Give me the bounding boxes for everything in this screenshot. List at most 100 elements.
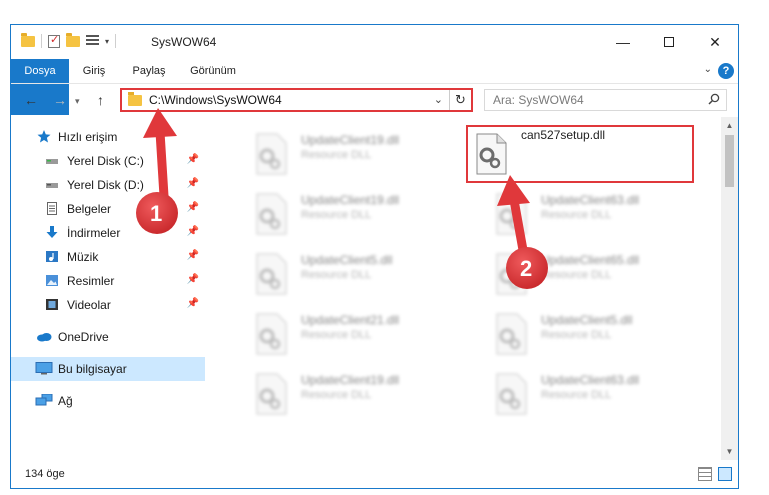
file-item[interactable]: UpdateClient5.dll Resource DLL [227, 245, 457, 301]
file-type: Resource DLL [541, 269, 612, 281]
dll-file-icon [496, 313, 527, 355]
pin-icon[interactable]: 📌 [187, 274, 199, 285]
back-arrow-icon[interactable]: ← [24, 92, 38, 108]
scroll-thumb[interactable] [725, 135, 734, 187]
nav-item-music[interactable]: Müzik 📌 [11, 245, 205, 269]
recent-locations-chevron-icon[interactable]: ▾ [75, 96, 80, 107]
file-type: Resource DLL [301, 209, 372, 221]
nav-item-label: Yerel Disk (D:) [67, 178, 144, 192]
file-item[interactable]: UpdateClient21.dll Resource DLL [227, 305, 457, 361]
file-explorer-window: ▾ SysWOW64 — ✕ Dosya Giriş Paylaş Görünü… [10, 24, 739, 489]
file-type: Resource DLL [301, 329, 372, 341]
search-box[interactable] [484, 89, 727, 111]
file-item[interactable]: UpdateClient63.dll Resource DLL [467, 185, 697, 241]
dll-file-icon [256, 193, 287, 235]
pin-icon[interactable]: 📌 [187, 202, 199, 213]
maximize-button[interactable] [646, 25, 692, 59]
nav-item-local-disk-c[interactable]: Yerel Disk (C:) 📌 [11, 149, 205, 173]
vertical-scrollbar[interactable]: ▲ ▼ [721, 117, 738, 460]
file-type: Resource DLL [301, 269, 372, 281]
document-icon [47, 202, 57, 215]
dll-file-icon [496, 193, 527, 235]
highlight-box [466, 125, 694, 183]
cloud-icon [37, 333, 52, 342]
tab-share[interactable]: Paylaş [129, 59, 169, 83]
file-view: UpdateClient19.dll Resource DLL can527se… [207, 117, 723, 460]
pin-icon[interactable]: 📌 [187, 154, 199, 165]
nav-item-onedrive[interactable]: OneDrive [11, 325, 205, 349]
dll-file-icon [256, 253, 287, 295]
file-type: Resource DLL [541, 329, 612, 341]
quick-access-toolbar: ▾ [21, 32, 117, 48]
status-bar: 134 öge [11, 460, 738, 488]
nav-item-label: Bu bilgisayar [58, 362, 127, 376]
file-name: UpdateClient5.dll [301, 253, 393, 267]
file-item[interactable]: UpdateClient19.dll Resource DLL [227, 185, 457, 241]
nav-item-label: Belgeler [67, 202, 112, 216]
file-item[interactable]: UpdateClient19.dll Resource DLL [227, 125, 457, 181]
computer-icon [35, 362, 53, 375]
pin-icon[interactable]: 📌 [187, 250, 199, 261]
nav-item-label: Yerel Disk (C:) [67, 154, 144, 168]
file-name: UpdateClient63.dll [541, 193, 640, 207]
new-folder-icon[interactable] [66, 32, 80, 47]
nav-item-label: İndirmeler [67, 226, 121, 240]
dll-file-icon [256, 313, 287, 355]
nav-item-label: Resimler [67, 274, 115, 288]
pin-icon[interactable]: 📌 [187, 178, 199, 189]
file-type: Resource DLL [301, 149, 372, 161]
file-name: UpdateClient63.dll [541, 373, 640, 387]
dll-file-icon [496, 253, 527, 295]
tab-home[interactable]: Giriş [79, 59, 109, 83]
search-icon[interactable] [708, 93, 720, 105]
tab-view[interactable]: Görünüm [187, 59, 239, 83]
file-item[interactable]: UpdateClient5.dll Resource DLL [467, 305, 697, 361]
pin-icon[interactable]: 📌 [187, 298, 199, 309]
properties-check-icon[interactable] [48, 33, 60, 48]
chevron-down-icon[interactable]: ▾ [105, 37, 109, 46]
nav-item-pictures[interactable]: Resimler 📌 [11, 269, 205, 293]
file-type: Resource DLL [541, 209, 612, 221]
drive-icon [46, 183, 58, 188]
details-view-icon[interactable] [698, 467, 712, 481]
up-arrow-icon[interactable]: ↑ [97, 92, 104, 108]
file-type: Resource DLL [301, 389, 372, 401]
music-icon [46, 251, 58, 262]
nav-item-label: Videolar [67, 298, 111, 312]
minimize-button[interactable]: — [600, 25, 646, 59]
expand-ribbon-chevron-icon[interactable]: ⌄ [704, 64, 712, 75]
nav-item-videos[interactable]: Videolar 📌 [11, 293, 205, 317]
scroll-down-arrow-icon[interactable]: ▼ [721, 443, 738, 460]
nav-item-network[interactable]: Ağ [11, 389, 205, 413]
address-bar[interactable]: C:\Windows\SysWOW64 ⌄ ↻ [120, 88, 473, 112]
file-type: Resource DLL [541, 389, 612, 401]
file-name: UpdateClient21.dll [301, 313, 400, 327]
toolbar-divider [41, 34, 42, 48]
address-history-chevron-icon[interactable]: ⌄ [434, 93, 443, 106]
help-icon[interactable]: ? [718, 63, 734, 79]
file-name: UpdateClient5.dll [541, 313, 633, 327]
scroll-up-arrow-icon[interactable]: ▲ [721, 117, 738, 134]
search-input[interactable] [493, 92, 693, 108]
ribbon-tabs: Dosya Giriş Paylaş Görünüm ⌄ ? [11, 59, 738, 115]
file-item[interactable]: UpdateClient63.dll Resource DLL [467, 365, 697, 421]
file-name: UpdateClient19.dll [301, 133, 400, 147]
nav-item-downloads[interactable]: İndirmeler 📌 [11, 221, 205, 245]
close-button[interactable]: ✕ [692, 25, 738, 59]
forward-arrow-icon[interactable]: → [53, 92, 67, 108]
address-path[interactable]: C:\Windows\SysWOW64 [149, 93, 282, 107]
nav-item-quick-access[interactable]: Hızlı erişim [11, 125, 205, 149]
nav-item-local-disk-d[interactable]: Yerel Disk (D:) 📌 [11, 173, 205, 197]
nav-item-label: Müzik [67, 250, 99, 264]
file-item[interactable]: UpdateClient65.dll Resource DLL [467, 245, 697, 301]
pin-icon[interactable]: 📌 [187, 226, 199, 237]
item-count: 134 öge [25, 468, 65, 480]
nav-item-documents[interactable]: Belgeler 📌 [11, 197, 205, 221]
file-item[interactable]: UpdateClient19.dll Resource DLL [227, 365, 457, 421]
drive-icon [46, 159, 58, 164]
large-icons-view-icon[interactable] [718, 467, 732, 481]
nav-item-this-pc[interactable]: Bu bilgisayar [11, 357, 205, 381]
refresh-icon[interactable]: ↻ [449, 90, 471, 110]
navigation-pane: Hızlı erişim Yerel Disk (C:) 📌 Yerel Dis… [11, 117, 207, 460]
customize-toolbar-icon[interactable] [86, 35, 99, 47]
